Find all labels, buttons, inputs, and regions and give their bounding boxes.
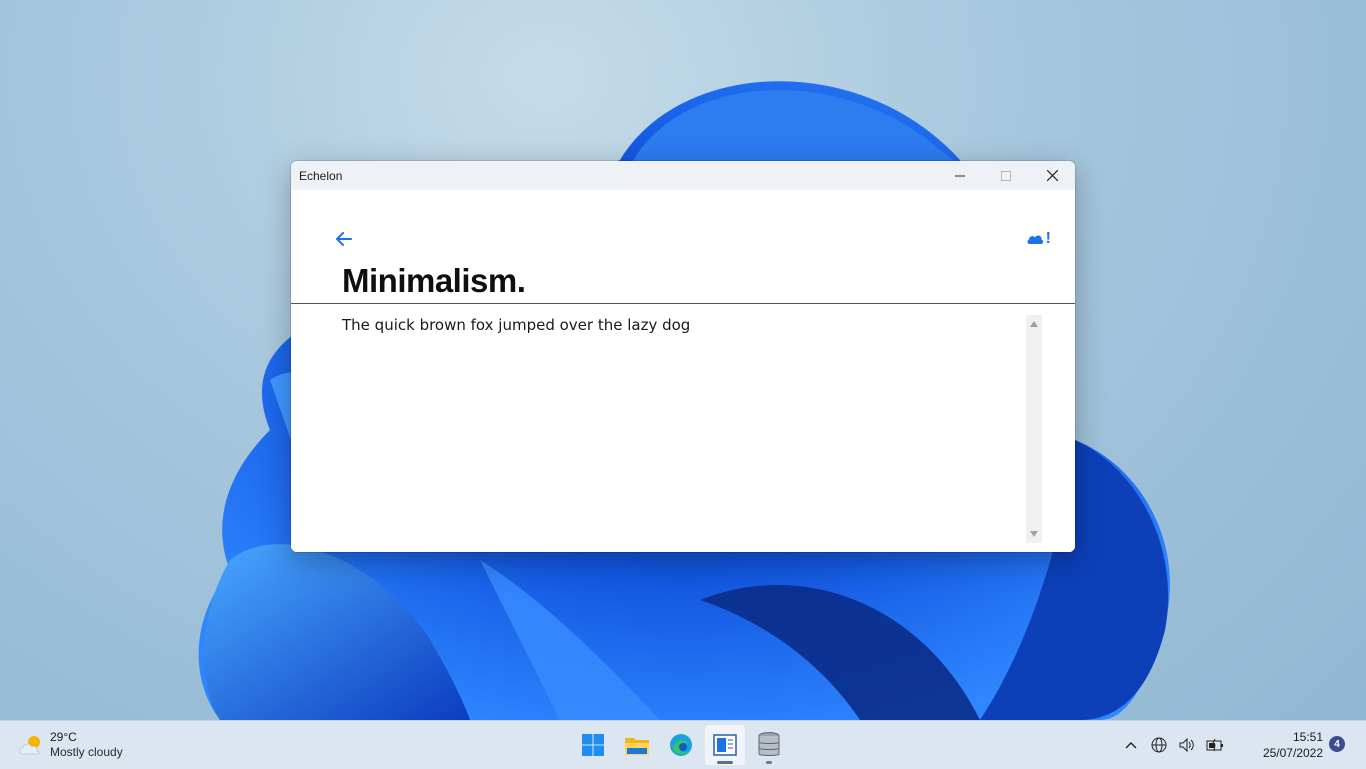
vertical-scrollbar[interactable] bbox=[1026, 315, 1042, 543]
page-title: Minimalism. bbox=[342, 262, 526, 299]
text-editor[interactable]: The quick brown fox jumped over the lazy… bbox=[342, 316, 690, 334]
header-divider bbox=[291, 303, 1075, 304]
system-tray bbox=[1120, 733, 1226, 757]
app-content: ! Minimalism. The quick brown fox jumped… bbox=[291, 190, 1075, 552]
running-indicator bbox=[766, 761, 772, 764]
folder-icon bbox=[625, 738, 649, 755]
clock[interactable]: 15:51 25/07/2022 bbox=[1263, 729, 1323, 761]
show-hidden-icons-button[interactable] bbox=[1120, 733, 1142, 757]
edge-button[interactable] bbox=[661, 725, 701, 765]
database-app-button[interactable] bbox=[749, 725, 789, 765]
scroll-down-arrow-icon[interactable] bbox=[1030, 531, 1038, 537]
speaker-icon bbox=[1179, 737, 1194, 753]
battery-charging-icon bbox=[1206, 738, 1223, 752]
network-button[interactable] bbox=[1148, 733, 1170, 757]
title-bar[interactable]: Echelon bbox=[291, 161, 1075, 190]
echelon-window: Echelon ! Minimalism. The quick brown fo… bbox=[291, 161, 1075, 552]
maximize-button[interactable] bbox=[983, 161, 1029, 190]
partly-cloudy-icon bbox=[19, 736, 40, 755]
taskbar-apps bbox=[573, 725, 789, 765]
close-button[interactable] bbox=[1029, 161, 1075, 190]
sync-warning-mark: ! bbox=[1045, 230, 1051, 247]
window-title: Echelon bbox=[299, 168, 343, 183]
minimize-button[interactable] bbox=[937, 161, 983, 190]
caption-buttons bbox=[937, 161, 1075, 190]
close-icon bbox=[1046, 170, 1058, 181]
windows-logo-icon bbox=[582, 734, 604, 756]
clock-date: 25/07/2022 bbox=[1262, 746, 1323, 760]
file-explorer-button[interactable] bbox=[617, 725, 657, 765]
notification-badge[interactable]: 4 bbox=[1329, 736, 1345, 752]
minimize-icon bbox=[955, 175, 965, 176]
edge-icon bbox=[670, 734, 692, 756]
weather-widget[interactable]: 29°C Mostly cloudy bbox=[18, 728, 123, 762]
scroll-up-arrow-icon[interactable] bbox=[1030, 321, 1038, 327]
database-icon bbox=[758, 732, 780, 756]
clock-time: 15:51 bbox=[1292, 730, 1323, 744]
active-indicator bbox=[717, 761, 733, 764]
cloud-icon bbox=[1027, 235, 1043, 244]
weather-temperature: 29°C bbox=[50, 730, 77, 744]
weather-description: Mostly cloudy bbox=[50, 745, 123, 759]
volume-button[interactable] bbox=[1176, 733, 1198, 757]
echelon-app-button[interactable] bbox=[705, 725, 745, 765]
battery-button[interactable] bbox=[1204, 733, 1226, 757]
chevron-up-icon bbox=[1125, 742, 1137, 749]
start-button[interactable] bbox=[573, 725, 613, 765]
taskbar: 29°C Mostly cloudy 15:51 25/07/2022 4 bbox=[0, 720, 1366, 769]
globe-icon bbox=[1151, 737, 1167, 753]
arrow-left-icon bbox=[336, 232, 352, 246]
back-button[interactable] bbox=[335, 230, 353, 248]
maximize-icon bbox=[1001, 170, 1011, 181]
notepad-icon bbox=[713, 734, 737, 756]
sync-status-button[interactable]: ! bbox=[1026, 230, 1051, 248]
